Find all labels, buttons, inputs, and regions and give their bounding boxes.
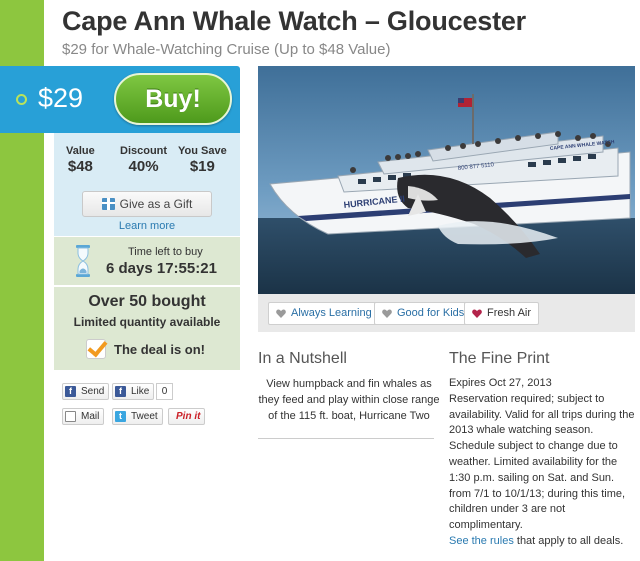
limited-quantity-note: Limited quantity available <box>73 315 221 329</box>
whale-watch-image: HURRICANE II 800 877 5110 CAPE ANN WHALE… <box>258 66 635 294</box>
tweet-button[interactable]: t Tweet <box>112 408 163 425</box>
buy-button[interactable]: Buy! <box>114 73 232 125</box>
bought-panel: Over 50 bought Limited quantity availabl… <box>54 287 240 370</box>
heart-icon <box>472 309 482 318</box>
deal-subtitle: $29 for Whale-Watching Cruise (Up to $48… <box>62 41 391 58</box>
deal-photo: HURRICANE II 800 877 5110 CAPE ANN WHALE… <box>258 66 635 294</box>
facebook-icon: f <box>65 386 76 397</box>
facebook-icon: f <box>115 386 126 397</box>
deal-status: The deal is on! <box>114 342 206 357</box>
rules-suffix: that apply to all deals. <box>513 534 624 547</box>
mail-label: Mail <box>81 411 100 422</box>
tags-bar: Always Learning Good for Kids Fresh Air <box>258 294 635 332</box>
tweet-label: Tweet <box>131 411 158 422</box>
gift-icon <box>101 198 115 210</box>
learn-more-link[interactable]: Learn more <box>54 220 240 232</box>
facebook-like-button[interactable]: f Like <box>112 383 155 400</box>
fine-print-body: Expires Oct 27, 2013 Reservation require… <box>449 376 635 550</box>
heart-icon <box>382 309 392 318</box>
pinterest-button[interactable]: Pin it <box>168 408 206 425</box>
tag-label: Good for Kids <box>397 307 465 319</box>
discount-label: Discount <box>120 145 168 157</box>
facebook-send-button[interactable]: f Send <box>62 383 110 400</box>
send-label: Send <box>81 386 105 397</box>
envelope-icon <box>65 411 76 422</box>
divider <box>258 438 434 439</box>
give-as-gift-button[interactable]: Give as a Gift <box>82 191 212 217</box>
bought-count: Over 50 bought <box>88 293 206 310</box>
timer-countdown: 6 days 17:55:21 <box>106 260 217 277</box>
tag-label: Always Learning <box>291 307 372 319</box>
page-title: Cape Ann Whale Watch – Gloucester <box>62 6 526 36</box>
fine-print-heading: The Fine Print <box>449 350 550 367</box>
timer-label: Time left to buy <box>128 246 203 258</box>
value-amount: $48 <box>67 158 93 175</box>
tag-always-learning[interactable]: Always Learning <box>268 302 380 325</box>
savings-label: You Save <box>178 145 227 157</box>
heart-icon <box>276 309 286 318</box>
price-tag: $29 Buy! <box>0 66 240 133</box>
savings-amount: $19 <box>189 158 215 175</box>
email-share-button[interactable]: Mail <box>62 408 105 425</box>
discount-stat: Discount 40% <box>120 145 167 175</box>
like-count: 0 <box>156 383 173 400</box>
discount-amount: 40% <box>128 158 159 175</box>
value-panel: Value $48 Discount 40% You Save $19 Give… <box>54 133 240 236</box>
rules-line: See the rules that apply to all deals. <box>449 534 635 550</box>
twitter-bird-icon: t <box>115 411 126 422</box>
tag-good-for-kids[interactable]: Good for Kids <box>374 302 473 325</box>
checkmark-icon <box>86 339 106 359</box>
savings-stat: You Save $19 <box>178 145 227 175</box>
nutshell-heading: In a Nutshell <box>258 350 347 367</box>
tag-label: Fresh Air <box>487 307 532 319</box>
gift-label: Give as a Gift <box>119 197 193 211</box>
timer-panel: Time left to buy 6 days 17:55:21 <box>54 237 240 285</box>
fine-print-terms: Reservation required; subject to availab… <box>449 392 635 532</box>
see-rules-link[interactable]: See the rules <box>449 535 514 547</box>
hourglass-icon <box>76 245 90 277</box>
deal-price: $29 <box>38 83 84 113</box>
like-label: Like <box>131 386 150 397</box>
nutshell-description: View humpback and fin whales as they fee… <box>258 378 440 422</box>
tag-fresh-air[interactable]: Fresh Air <box>464 302 540 325</box>
expiration-date: Expires Oct 27, 2013 <box>449 377 552 389</box>
value-label: Value <box>66 145 95 157</box>
tag-hole-icon <box>16 94 27 105</box>
value-stat: Value $48 <box>66 145 95 175</box>
